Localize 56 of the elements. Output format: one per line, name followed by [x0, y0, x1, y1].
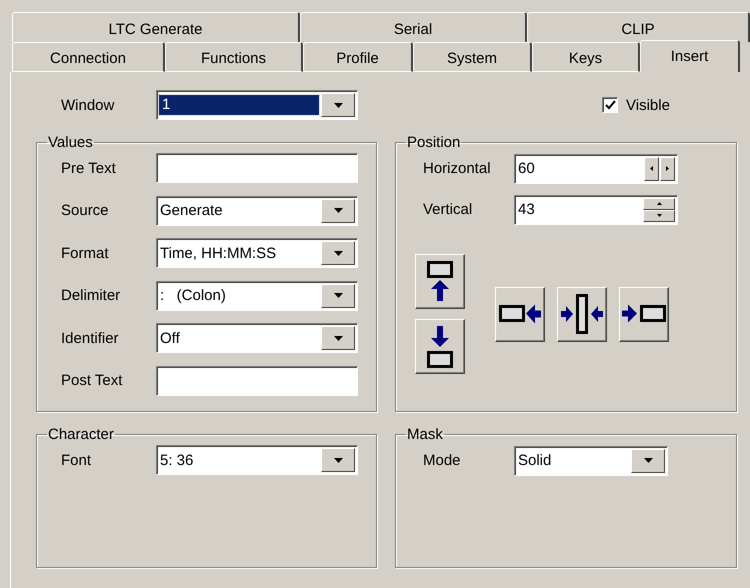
up-arrow-icon [656, 202, 662, 205]
tab[interactable]: System [413, 42, 532, 72]
tab[interactable]: Functions [165, 42, 303, 72]
dropdown[interactable]: : (Colon) [156, 280, 358, 310]
tab[interactable]: Connection [12, 42, 165, 72]
right-arrow-icon [666, 166, 669, 171]
group-title: Character [47, 426, 115, 443]
dropdown[interactable]: Generate [156, 196, 358, 226]
dropdown[interactable]: Off [156, 323, 358, 353]
input-field[interactable] [156, 366, 358, 396]
field-label: Identifier [61, 330, 120, 346]
checkmark-icon [604, 100, 616, 110]
group-title: Mask [406, 426, 444, 443]
field-label: Horizontal [422, 160, 492, 177]
group-title: Position [406, 134, 462, 151]
align-bottom-button[interactable] [415, 319, 465, 374]
field-label: Mode [422, 452, 462, 469]
caret-icon [334, 250, 342, 256]
field-label: Font [61, 452, 92, 468]
align-center-button[interactable] [557, 286, 607, 342]
center-arrows-icon [561, 294, 603, 334]
tab[interactable]: CLIP [527, 12, 750, 42]
window-label: Window [60, 96, 116, 114]
field-label: Delimiter [61, 287, 122, 304]
input-field[interactable] [156, 153, 358, 183]
caret-icon [644, 458, 652, 463]
dropdown[interactable]: 5: 36 [156, 445, 358, 475]
caret-icon [334, 458, 342, 462]
caret-icon [334, 208, 342, 213]
tab[interactable]: LTC Generate [12, 12, 300, 42]
align-top-button[interactable] [415, 254, 465, 309]
tab[interactable]: Insert [640, 40, 740, 72]
group-title: Values [47, 134, 94, 151]
caret-icon [334, 102, 342, 108]
spin-field[interactable]: 43 [514, 194, 678, 224]
tab[interactable]: Serial [300, 12, 527, 42]
window-dropdown[interactable]: 1 [156, 90, 358, 120]
tab[interactable]: Profile [303, 42, 413, 72]
align-right-button[interactable] [619, 286, 669, 342]
tab[interactable]: Keys [532, 42, 640, 72]
left-arrow-icon [650, 166, 653, 171]
field-label: Pre Text [61, 160, 117, 176]
down-arrow-box-icon [427, 326, 453, 368]
caret-icon [334, 336, 342, 340]
field-label: Source [61, 202, 110, 219]
visible-checkbox[interactable]: Visible [602, 96, 670, 114]
dropdown[interactable]: Time, HH:MM:SS [156, 238, 358, 268]
field-label: Format [61, 244, 110, 262]
field-label: Vertical [422, 201, 474, 218]
dropdown[interactable]: Solid [514, 446, 668, 476]
align-left-button[interactable] [495, 286, 545, 342]
down-arrow-icon [656, 214, 662, 217]
caret-icon [334, 293, 342, 298]
box-up-arrow-icon [427, 260, 453, 302]
field-label: Post Text [61, 372, 124, 389]
spin-field[interactable]: 60 [514, 154, 678, 184]
